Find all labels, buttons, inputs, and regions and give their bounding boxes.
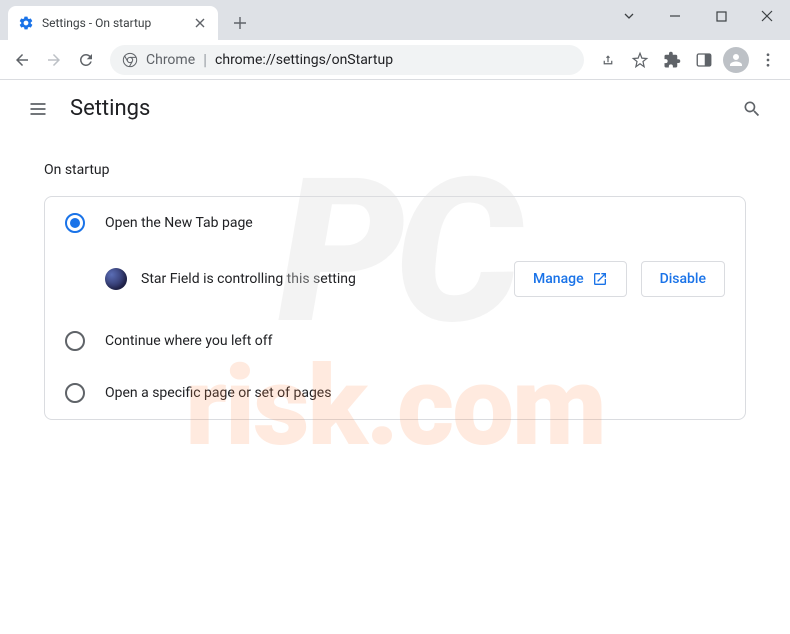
close-button[interactable] [744,0,790,32]
settings-header: Settings [0,80,790,138]
extension-icon [105,268,127,290]
maximize-button[interactable] [698,0,744,32]
sidepanel-icon[interactable] [690,46,718,74]
option-continue[interactable]: Continue where you left off [45,315,745,367]
controlled-text: Star Field is controlling this setting [141,271,500,287]
bookmark-icon[interactable] [626,46,654,74]
reload-button[interactable] [72,46,100,74]
hamburger-menu-icon[interactable] [20,91,56,127]
address-bar: Chrome | chrome://settings/onStartup [0,40,790,80]
option-label: Open the New Tab page [105,215,253,231]
open-external-icon [592,271,608,287]
minimize-button[interactable] [652,0,698,32]
option-label: Open a specific page or set of pages [105,385,331,401]
window-controls [606,0,790,40]
profile-avatar[interactable] [722,46,750,74]
manage-label: Manage [533,271,584,287]
gear-icon [18,15,34,31]
section-title: On startup [44,162,746,178]
chrome-icon [122,52,138,68]
startup-options-card: Open the New Tab page Star Field is cont… [44,196,746,420]
omnibox-prefix: Chrome [146,52,195,68]
share-icon[interactable] [594,46,622,74]
option-label: Continue where you left off [105,333,273,349]
close-icon[interactable] [192,15,208,31]
browser-tab[interactable]: Settings - On startup [8,6,218,40]
radio-unselected[interactable] [65,331,85,351]
window-titlebar: Settings - On startup [0,0,790,40]
search-icon[interactable] [734,91,770,127]
disable-button[interactable]: Disable [641,261,725,297]
option-new-tab[interactable]: Open the New Tab page [45,197,745,249]
radio-unselected[interactable] [65,383,85,403]
option-specific-pages[interactable]: Open a specific page or set of pages [45,367,745,419]
page-title: Settings [70,96,150,121]
extension-control-row: Star Field is controlling this setting M… [45,249,745,315]
chevron-down-icon[interactable] [606,0,652,32]
back-button[interactable] [8,46,36,74]
manage-button[interactable]: Manage [514,261,627,297]
omnibox-url: chrome://settings/onStartup [215,52,393,68]
omnibox[interactable]: Chrome | chrome://settings/onStartup [110,45,584,75]
disable-label: Disable [660,271,706,287]
settings-content: On startup Open the New Tab page Star Fi… [0,138,790,444]
menu-dots-icon[interactable] [754,46,782,74]
forward-button[interactable] [40,46,68,74]
tab-title: Settings - On startup [42,16,192,30]
new-tab-button[interactable] [226,9,254,37]
extensions-icon[interactable] [658,46,686,74]
radio-selected[interactable] [65,213,85,233]
omnibox-separator: | [203,50,207,69]
